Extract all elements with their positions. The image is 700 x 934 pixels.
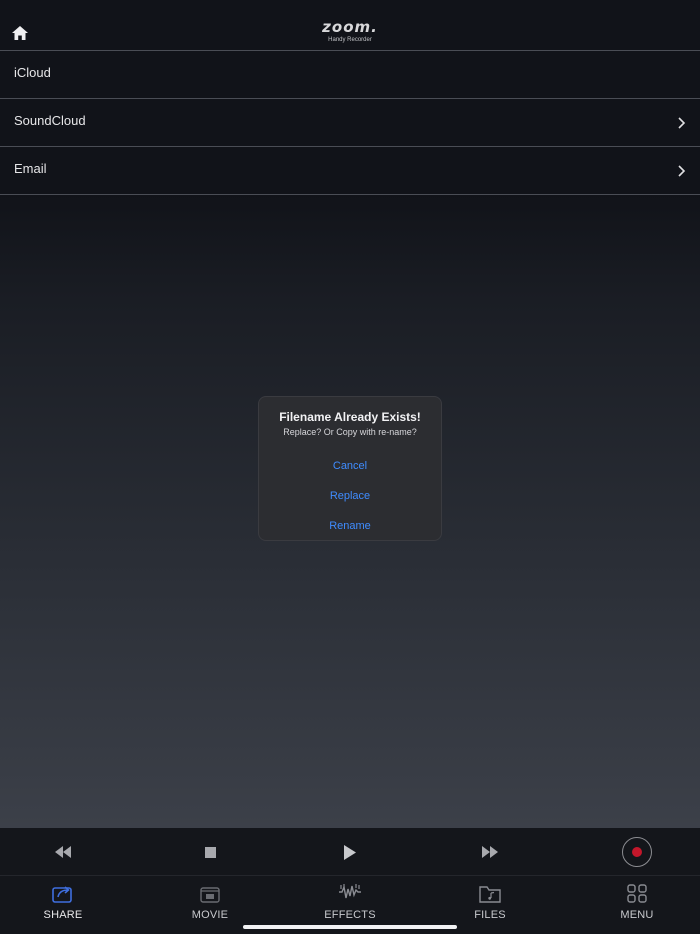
movie-icon [200, 887, 220, 903]
filename-exists-dialog: Filename Already Exists! Replace? Or Cop… [258, 396, 442, 541]
rewind-icon [55, 846, 71, 858]
screen: zoom. Handy Recorder iCloud SoundCloud E… [0, 0, 700, 934]
play-icon [344, 844, 356, 860]
transport-bar [0, 828, 700, 876]
tab-label: MOVIE [191, 909, 229, 921]
rewind-button[interactable] [52, 841, 74, 863]
stop-icon [204, 846, 216, 858]
rename-button[interactable]: Rename [259, 515, 441, 537]
fast-forward-button[interactable] [479, 841, 501, 863]
effects-icon [339, 884, 361, 899]
tab-label: MENU [620, 909, 654, 921]
share-icon [52, 886, 72, 903]
home-indicator[interactable] [243, 925, 457, 929]
record-button[interactable] [622, 837, 652, 867]
play-button[interactable] [339, 841, 361, 863]
record-icon [632, 847, 642, 857]
tab-label: SHARE [43, 909, 83, 921]
stop-button[interactable] [199, 841, 221, 863]
files-icon [479, 886, 501, 903]
tab-share[interactable]: SHARE [13, 876, 113, 934]
tab-menu[interactable]: MENU [587, 876, 687, 934]
dialog-message: Replace? Or Copy with re-name? [283, 427, 417, 437]
dialog-title: Filename Already Exists! [279, 410, 421, 424]
replace-button[interactable]: Replace [259, 485, 441, 507]
fast-forward-icon [482, 846, 498, 858]
tab-label: FILES [474, 909, 506, 921]
cancel-button[interactable]: Cancel [259, 455, 441, 477]
tab-label: EFFECTS [324, 909, 376, 921]
menu-icon [627, 884, 647, 903]
